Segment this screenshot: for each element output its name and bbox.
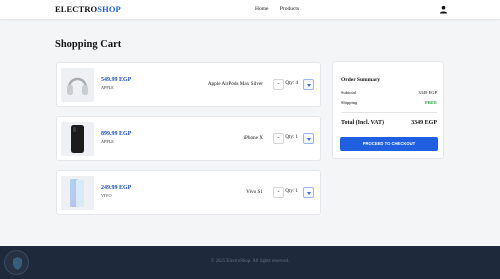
order-summary-title: Order Summary — [341, 77, 381, 83]
total-row: Total (Incl. VAT) 3349 EGP — [341, 120, 437, 126]
shipping-label: Shipping — [341, 100, 358, 105]
chevron-down-icon — [307, 137, 311, 141]
qty-label: Qty: 1 — [285, 189, 298, 194]
item-name[interactable]: iPhone X — [244, 135, 263, 141]
decrease-qty-button[interactable]: - — [273, 187, 284, 198]
total-label: Total (Incl. VAT) — [341, 120, 384, 126]
vivo-s1-image — [61, 176, 94, 210]
qty-label: Qty: 1 — [285, 135, 298, 140]
iphone-x-image — [61, 122, 94, 156]
site-header: ELECTROSHOP Home Products — [0, 0, 500, 19]
chevron-down-icon — [307, 83, 311, 87]
subtotal-row: Subtotal 3349 EGP — [341, 90, 437, 95]
qty-dropdown[interactable] — [303, 187, 314, 198]
decrease-qty-button[interactable]: - — [273, 133, 284, 144]
logo-part2: SHOP — [97, 4, 121, 14]
cart-item: 249.99 EGP VIVO Vivo S1 - Qty: 1 — [56, 170, 321, 215]
qty-dropdown[interactable] — [303, 79, 314, 90]
item-brand: VIVO — [101, 193, 112, 198]
chevron-down-icon — [307, 191, 311, 195]
main-nav: Home Products — [255, 6, 309, 12]
item-price: 249.99 EGP — [101, 185, 132, 191]
item-brand: APPLE — [101, 85, 114, 90]
subtotal-value: 3349 EGP — [418, 90, 437, 95]
item-name[interactable]: Vivo S1 — [246, 189, 263, 195]
item-price: 899.99 EGP — [101, 131, 132, 137]
shipping-row: Shipping FREE — [341, 100, 437, 105]
logo[interactable]: ELECTROSHOP — [55, 4, 121, 14]
summary-divider — [341, 112, 437, 113]
qty-label: Qty: 4 — [285, 81, 298, 86]
nav-products-link[interactable]: Products — [280, 6, 299, 12]
page-title: Shopping Cart — [55, 39, 122, 50]
copyright-text: © 2025 ElectroShop. All rights reserved. — [210, 259, 290, 264]
cart-item: 549.99 EGP APPLE Apple AirPods Max Silve… — [56, 62, 321, 107]
item-price: 549.99 EGP — [101, 77, 132, 83]
subtotal-label: Subtotal — [341, 90, 357, 95]
qty-dropdown[interactable] — [303, 133, 314, 144]
item-brand: APPLE — [101, 139, 114, 144]
cart-item: 899.99 EGP APPLE iPhone X - Qty: 1 — [56, 116, 321, 161]
total-value: 3349 EGP — [411, 120, 437, 126]
user-icon[interactable] — [439, 5, 448, 14]
item-name[interactable]: Apple AirPods Max Silver — [208, 81, 263, 87]
proceed-to-checkout-button[interactable]: PROCEED TO CHECKOUT — [340, 137, 438, 151]
shipping-value: FREE — [424, 100, 437, 105]
order-summary: Order Summary Subtotal 3349 EGP Shipping… — [332, 61, 444, 159]
nav-home-link[interactable]: Home — [255, 6, 268, 12]
decrease-qty-button[interactable]: - — [273, 79, 284, 90]
site-footer: © 2025 ElectroShop. All rights reserved. — [0, 246, 500, 279]
logo-part1: ELECTRO — [55, 4, 98, 14]
airpods-max-image — [61, 68, 94, 102]
